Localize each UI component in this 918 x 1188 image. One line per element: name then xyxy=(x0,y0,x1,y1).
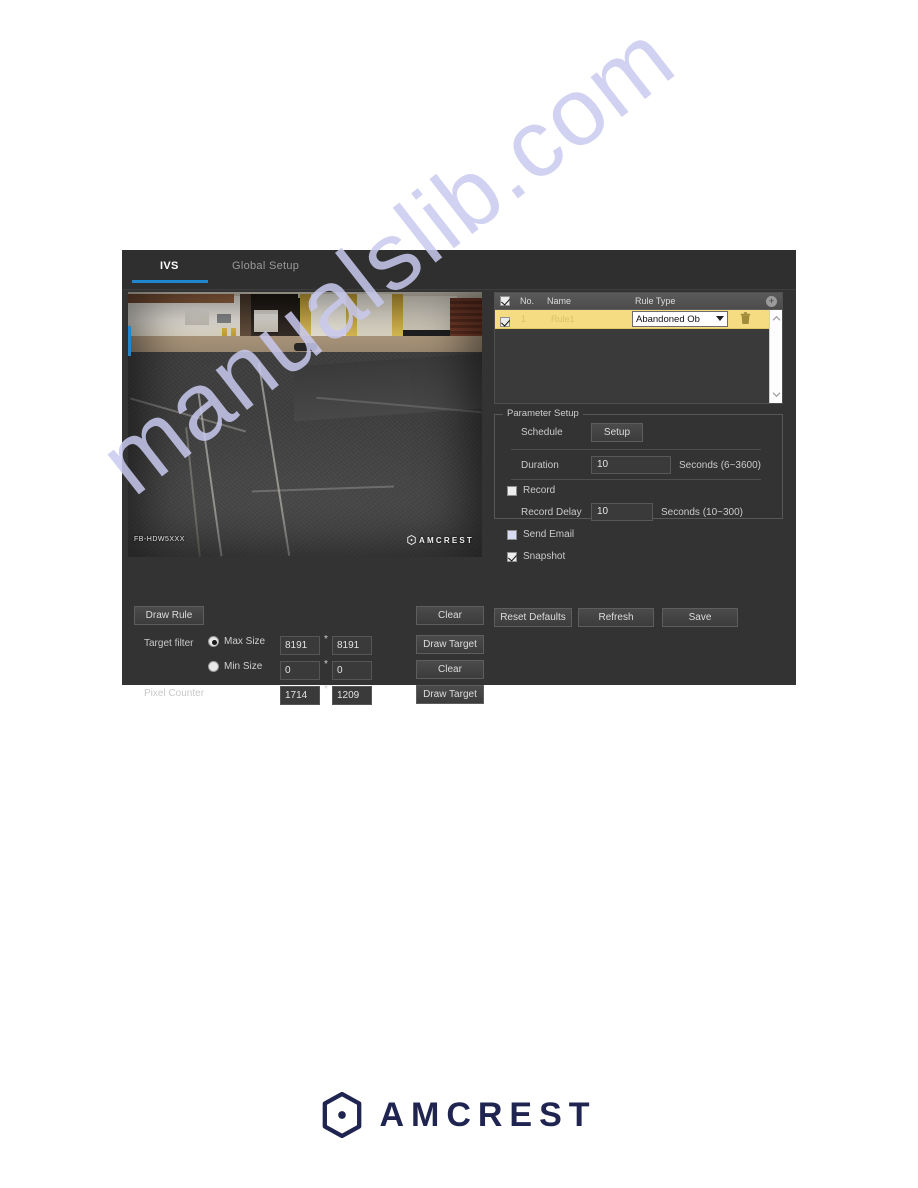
divider-1 xyxy=(511,449,761,450)
record-label: Record xyxy=(523,485,556,496)
amcrest-logo-icon xyxy=(323,1092,362,1138)
page-root: manualslib.com IVS Global Setup FB-HDW5X… xyxy=(0,0,918,1188)
duration-label: Duration xyxy=(521,460,559,471)
record-checkbox[interactable] xyxy=(507,485,517,496)
send-email-checkbox-row[interactable]: Send Email xyxy=(507,529,574,540)
tab-bar: IVS Global Setup xyxy=(122,250,796,290)
clear-rule-button[interactable]: Clear xyxy=(416,606,484,625)
draw-rule-button[interactable]: Draw Rule xyxy=(134,606,204,625)
duration-input[interactable]: 10 xyxy=(591,456,671,474)
send-email-label: Send Email xyxy=(523,529,575,540)
scene-wall-a xyxy=(310,294,346,342)
send-email-checkbox[interactable] xyxy=(507,529,517,540)
amcrest-hex-icon xyxy=(407,535,416,545)
scene-truck xyxy=(184,308,210,325)
row-no: 1 xyxy=(521,314,527,324)
rule-list-scrollbar[interactable] xyxy=(769,310,782,403)
snapshot-label: Snapshot xyxy=(523,551,566,562)
min-size-width-input[interactable]: 0 xyxy=(280,661,320,680)
min-size-separator: * xyxy=(324,659,328,670)
schedule-setup-button[interactable]: Setup xyxy=(591,423,643,442)
record-delay-input[interactable]: 10 xyxy=(591,503,653,521)
column-header-name: Name xyxy=(547,296,572,306)
schedule-label: Schedule xyxy=(521,427,563,438)
delete-rule-icon[interactable] xyxy=(740,312,751,325)
rule-list-empty-area xyxy=(495,329,782,403)
clear-min-button[interactable]: Clear xyxy=(416,660,484,679)
column-header-rule-type: Rule Type xyxy=(635,296,676,306)
table-row[interactable]: 1 Rule1 Abandoned Ob xyxy=(495,310,782,329)
snapshot-checkbox-row[interactable]: Snapshot xyxy=(507,551,565,562)
add-rule-icon[interactable]: + xyxy=(766,296,777,307)
select-all-checkbox-cell[interactable] xyxy=(500,296,510,308)
record-checkbox-row[interactable]: Record xyxy=(507,485,555,496)
left-column: FB-HDW5XXX AMCREST Draw Rule Clear Targe… xyxy=(128,292,488,705)
divider-2 xyxy=(511,479,761,480)
save-button[interactable]: Save xyxy=(662,608,738,627)
max-size-width-input[interactable]: 8191 xyxy=(280,636,320,655)
duration-unit-label: Seconds (6~3600) xyxy=(679,460,762,471)
video-preview[interactable]: FB-HDW5XXX AMCREST xyxy=(128,292,482,557)
record-delay-label: Record Delay xyxy=(521,507,582,518)
scene-building-right xyxy=(400,296,458,330)
select-all-checkbox[interactable] xyxy=(500,296,510,306)
parameter-setup-fieldset: Parameter Setup Schedule Setup Duration … xyxy=(494,408,783,562)
draw-target-pixel-button[interactable]: Draw Target xyxy=(416,685,484,704)
chevron-down-icon xyxy=(716,316,724,321)
pixel-counter-label: Pixel Counter xyxy=(144,688,205,699)
column-header-no: No. xyxy=(520,296,535,306)
min-size-label: Min Size xyxy=(224,661,263,672)
row-name: Rule1 xyxy=(551,314,575,324)
active-tab-indicator xyxy=(132,280,208,283)
tab-global-setup[interactable]: Global Setup xyxy=(232,260,299,272)
reset-defaults-button[interactable]: Reset Defaults xyxy=(494,608,572,627)
scroll-down-icon[interactable] xyxy=(772,391,781,398)
draw-target-max-button[interactable]: Draw Target xyxy=(416,635,484,654)
scene-wall-b xyxy=(356,294,392,342)
osd-brand-watermark: AMCREST xyxy=(407,535,474,545)
scroll-up-icon[interactable] xyxy=(772,315,781,322)
refresh-button[interactable]: Refresh xyxy=(578,608,654,627)
rule-list-table: No. Name Rule Type + 1 Rule1 Abandoned O… xyxy=(494,292,783,404)
footer-brand: AMCREST xyxy=(0,1092,918,1138)
scene-car xyxy=(216,314,231,323)
ivs-config-window: IVS Global Setup FB-HDW5XXX AMCREST Draw… xyxy=(122,250,796,705)
target-filter-label: Target filter xyxy=(144,638,194,649)
max-size-label: Max Size xyxy=(224,636,266,647)
min-size-radio-row[interactable]: Min Size xyxy=(208,661,262,672)
draw-handle-marker[interactable] xyxy=(128,326,131,356)
scene-debris-object xyxy=(294,343,318,351)
osd-channel-label: FB-HDW5XXX xyxy=(134,536,185,543)
snapshot-checkbox[interactable] xyxy=(507,551,517,562)
pixel-counter-separator: * xyxy=(324,684,328,695)
rule-list-header: No. Name Rule Type + xyxy=(495,293,782,310)
rule-type-dropdown[interactable]: Abandoned Ob xyxy=(632,311,728,327)
rule-type-selected-value: Abandoned Ob xyxy=(636,314,700,325)
scene-roof-left xyxy=(128,294,235,303)
tab-ivs[interactable]: IVS xyxy=(160,260,179,272)
pixel-counter-height-input[interactable]: 1209 xyxy=(332,686,372,705)
row-checkbox[interactable] xyxy=(500,317,510,327)
min-size-radio[interactable] xyxy=(208,661,219,672)
max-size-radio[interactable] xyxy=(208,636,219,647)
max-size-separator: * xyxy=(324,634,328,645)
min-size-height-input[interactable]: 0 xyxy=(332,661,372,680)
max-size-radio-row[interactable]: Max Size xyxy=(208,636,265,647)
record-delay-unit-label: Seconds (10~300) xyxy=(661,507,744,518)
pixel-counter-width-input[interactable]: 1714 xyxy=(280,686,320,705)
parameter-setup-legend: Parameter Setup xyxy=(503,408,583,419)
max-size-height-input[interactable]: 8191 xyxy=(332,636,372,655)
row-checkbox-cell[interactable] xyxy=(500,314,510,332)
footer-brand-text: AMCREST xyxy=(379,1095,597,1134)
osd-brand-text: AMCREST xyxy=(419,535,474,545)
scene-cart xyxy=(253,314,279,334)
right-column: No. Name Rule Type + 1 Rule1 Abandoned O… xyxy=(494,292,790,627)
